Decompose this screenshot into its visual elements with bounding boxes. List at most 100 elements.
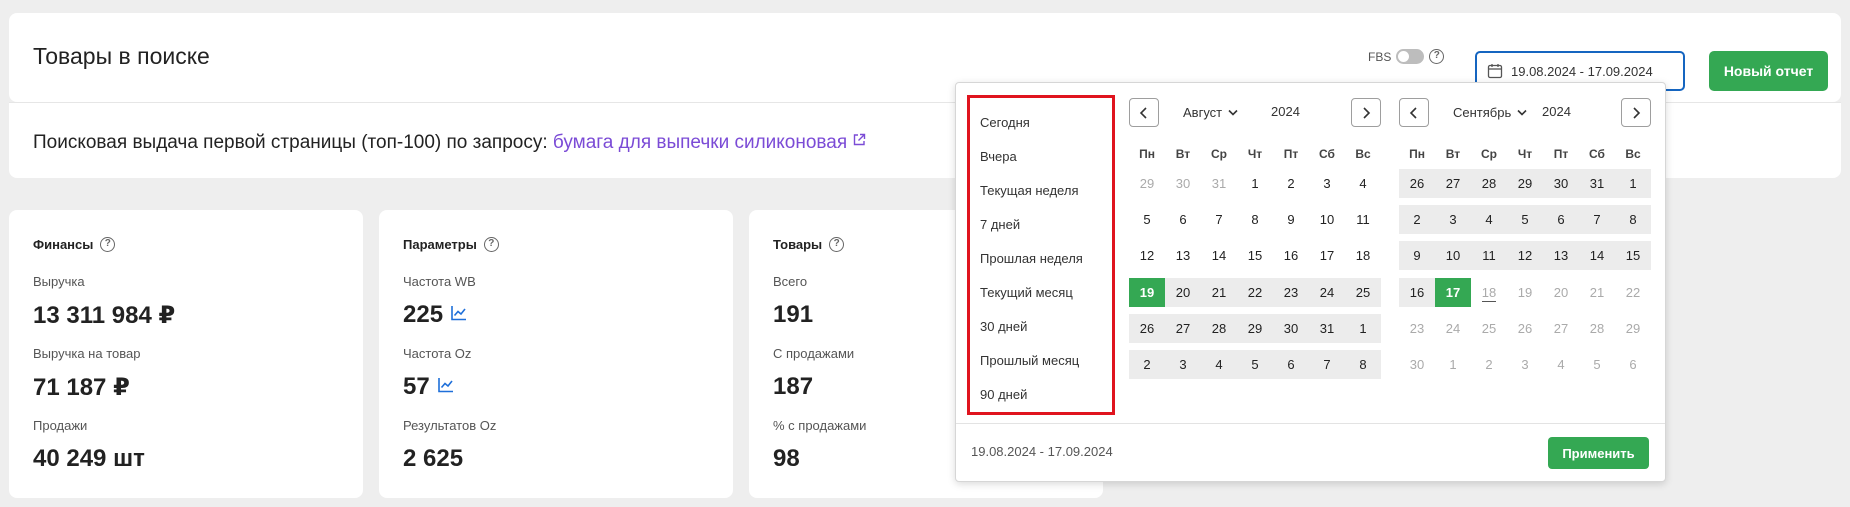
calendar-day[interactable]: 27 [1435,169,1471,198]
help-icon[interactable]: ? [100,237,116,252]
calendar-day[interactable]: 8 [1345,350,1381,379]
calendar-day[interactable]: 28 [1201,313,1237,343]
calendar-day[interactable]: 6 [1165,205,1201,234]
calendar-day[interactable]: 20 [1165,277,1201,307]
calendar-day[interactable]: 2 [1273,169,1309,198]
calendar-day[interactable]: 29 [1507,169,1543,198]
calendar-day[interactable]: 30 [1165,169,1201,198]
calendar-day[interactable]: 23 [1399,314,1435,343]
calendar-day[interactable]: 11 [1471,241,1507,271]
calendar-day[interactable]: 29 [1615,314,1651,343]
calendar-day[interactable]: 13 [1543,241,1579,271]
query-link[interactable]: бумага для выпечки силиконовая [553,132,847,153]
calendar-day[interactable]: 4 [1201,350,1237,379]
calendar-day[interactable]: 17 [1309,241,1345,270]
calendar-day[interactable]: 27 [1543,314,1579,343]
calendar-day[interactable]: 6 [1543,205,1579,235]
calendar-day[interactable]: 31 [1309,313,1345,343]
preset-item[interactable]: Прошлая неделя [980,251,1083,266]
calendar-day[interactable]: 12 [1507,241,1543,271]
month-select[interactable]: Сентябрь [1453,105,1527,120]
calendar-day[interactable]: 26 [1129,313,1165,343]
calendar-day[interactable]: 27 [1165,313,1201,343]
calendar-day[interactable]: 18 [1345,241,1381,270]
calendar-day[interactable]: 13 [1165,241,1201,270]
calendar-day[interactable]: 8 [1615,205,1651,235]
calendar-day[interactable]: 26 [1399,169,1435,198]
calendar-day[interactable]: 30 [1399,350,1435,379]
next-month-button[interactable] [1621,98,1651,127]
calendar-day[interactable]: 14 [1201,241,1237,270]
calendar-day[interactable]: 3 [1507,350,1543,379]
calendar-day[interactable]: 4 [1471,205,1507,235]
calendar-day[interactable]: 16 [1399,277,1435,307]
calendar-day[interactable]: 6 [1615,350,1651,379]
preset-item[interactable]: Сегодня [980,115,1030,130]
calendar-day[interactable]: 1 [1237,169,1273,198]
calendar-day[interactable]: 16 [1273,241,1309,270]
calendar-day[interactable]: 25 [1471,314,1507,343]
calendar-day[interactable]: 7 [1309,350,1345,379]
calendar-day[interactable]: 11 [1345,205,1381,234]
calendar-day[interactable]: 4 [1543,350,1579,379]
calendar-day[interactable]: 24 [1309,277,1345,307]
calendar-day[interactable]: 3 [1435,205,1471,235]
calendar-day[interactable]: 15 [1615,241,1651,271]
calendar-day[interactable]: 12 [1129,241,1165,270]
calendar-day[interactable]: 19 [1507,278,1543,307]
calendar-day[interactable]: 2 [1129,350,1165,379]
calendar-day[interactable]: 30 [1543,169,1579,198]
calendar-day[interactable]: 31 [1201,169,1237,198]
calendar-day[interactable]: 28 [1471,169,1507,198]
calendar-day[interactable]: 7 [1201,205,1237,234]
calendar-day[interactable]: 17 [1435,277,1471,307]
help-icon[interactable]: ? [483,237,499,252]
calendar-day[interactable]: 25 [1345,277,1381,307]
calendar-day[interactable]: 29 [1237,313,1273,343]
calendar-day[interactable]: 2 [1399,205,1435,235]
fbs-toggle[interactable] [1396,49,1425,64]
calendar-day[interactable]: 29 [1129,169,1165,198]
prev-month-button[interactable] [1399,98,1429,127]
calendar-day[interactable]: 28 [1579,314,1615,343]
calendar-day[interactable]: 10 [1435,241,1471,271]
calendar-day[interactable]: 2 [1471,350,1507,379]
calendar-day[interactable]: 1 [1435,350,1471,379]
prev-month-button[interactable] [1129,98,1159,127]
calendar-day[interactable]: 20 [1543,278,1579,307]
chart-icon[interactable] [437,373,455,401]
preset-item[interactable]: Прошлый месяц [980,353,1079,368]
help-icon[interactable]: ? [1429,49,1445,64]
calendar-day[interactable]: 3 [1165,350,1201,379]
new-report-button[interactable]: Новый отчет [1709,51,1828,91]
calendar-day[interactable]: 9 [1399,241,1435,271]
external-link-icon[interactable] [852,133,866,147]
calendar-day[interactable]: 15 [1237,241,1273,270]
calendar-day[interactable]: 31 [1579,169,1615,198]
calendar-day[interactable]: 30 [1273,313,1309,343]
calendar-day[interactable]: 21 [1579,278,1615,307]
apply-button[interactable]: Применить [1548,437,1649,469]
preset-item[interactable]: 7 дней [980,217,1020,232]
calendar-day[interactable]: 5 [1129,205,1165,234]
preset-item[interactable]: 90 дней [980,387,1027,402]
calendar-day[interactable]: 14 [1579,241,1615,271]
calendar-day[interactable]: 21 [1201,277,1237,307]
calendar-day[interactable]: 26 [1507,314,1543,343]
preset-item[interactable]: Вчера [980,149,1017,164]
calendar-day[interactable]: 6 [1273,350,1309,379]
month-select[interactable]: Август [1183,105,1238,120]
next-month-button[interactable] [1351,98,1381,127]
calendar-day[interactable]: 22 [1237,277,1273,307]
calendar-day[interactable]: 22 [1615,278,1651,307]
calendar-day[interactable]: 9 [1273,205,1309,234]
calendar-day[interactable]: 4 [1345,169,1381,198]
preset-item[interactable]: Текущая неделя [980,183,1078,198]
calendar-day[interactable]: 3 [1309,169,1345,198]
chart-icon[interactable] [450,301,468,329]
calendar-day[interactable]: 19 [1129,277,1165,307]
calendar-day[interactable]: 7 [1579,205,1615,235]
calendar-day[interactable]: 24 [1435,314,1471,343]
preset-item[interactable]: Текущий месяц [980,285,1073,300]
calendar-day[interactable]: 10 [1309,205,1345,234]
